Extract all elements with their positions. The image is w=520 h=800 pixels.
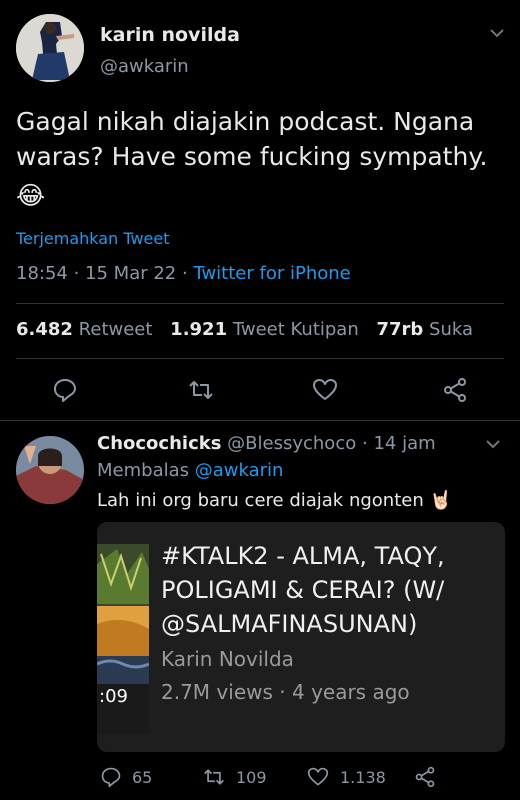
reply-header: Chocochicks @Blessychoco · 14 jam <box>97 433 436 454</box>
joy-emoji-icon: 😂 <box>16 181 46 210</box>
tweet-meta: 18:54 · 15 Mar 22 · Twitter for iPhone <box>16 263 351 284</box>
card-views: 2.7M views · 4 years ago <box>161 680 410 704</box>
reply-author-handle[interactable]: @Blessychoco <box>227 433 356 454</box>
tweet-stats: 6.482 Retweet 1.921 Tweet Kutipan 77rb S… <box>16 319 473 340</box>
card-title: #KTALK2 - ALMA, TAQY, POLIGAMI & CERAI? … <box>161 542 445 638</box>
like-label[interactable]: Suka <box>429 319 473 340</box>
reply-action-like[interactable]: 1.138 <box>306 765 386 789</box>
retweet-icon[interactable] <box>202 766 226 788</box>
divider <box>0 420 520 421</box>
youtube-link-card[interactable]: :09 #KTALK2 - ALMA, TAQY, POLIGAMI & CER… <box>97 522 505 752</box>
tweet-body: Gagal nikah diajakin podcast. Ngana wara… <box>16 107 488 171</box>
heart-icon[interactable] <box>306 766 330 788</box>
reply-action-share[interactable] <box>414 765 446 789</box>
divider <box>16 358 504 359</box>
card-channel: Karin Novilda <box>161 647 294 671</box>
retweet-count[interactable]: 6.482 <box>16 319 73 340</box>
replying-label: Membalas <box>97 460 190 481</box>
reply-author-name[interactable]: Chocochicks <box>97 433 221 454</box>
replying-to: Membalas @awkarin <box>97 460 283 481</box>
reply-reply-count: 65 <box>132 767 153 787</box>
video-duration: :09 <box>99 686 128 707</box>
quote-label[interactable]: Tweet Kutipan <box>233 319 359 340</box>
translate-link[interactable]: Terjemahkan Tweet <box>16 229 169 248</box>
reply-action-reply[interactable]: 65 <box>100 765 152 789</box>
retweet-icon[interactable] <box>188 377 214 403</box>
reply-action-retweet[interactable]: 109 <box>202 765 267 789</box>
share-icon[interactable] <box>442 377 468 403</box>
card-age: 4 years ago <box>291 680 410 704</box>
reply-icon[interactable] <box>52 377 78 403</box>
chevron-down-icon[interactable] <box>488 24 506 42</box>
reply-icon[interactable] <box>100 766 122 788</box>
share-icon[interactable] <box>414 766 436 788</box>
card-view-count: 2.7M views <box>161 680 273 704</box>
quote-count[interactable]: 1.921 <box>170 319 227 340</box>
reply-like-count: 1.138 <box>340 767 386 787</box>
tweet-text: Gagal nikah diajakin podcast. Ngana wara… <box>16 104 504 213</box>
reply-text: Lah ini org baru cere diajak ngonten 🤘🏻 <box>97 490 452 511</box>
reply-time[interactable]: 14 jam <box>373 433 435 454</box>
heart-icon[interactable] <box>312 377 338 403</box>
tweet-source[interactable]: Twitter for iPhone <box>193 263 350 284</box>
reply-avatar[interactable] <box>16 436 84 504</box>
retweet-label[interactable]: Retweet <box>79 319 153 340</box>
tweet-date: 15 Mar 22 <box>85 263 177 284</box>
main-avatar[interactable] <box>16 14 84 82</box>
reply-retweet-count: 109 <box>236 767 267 787</box>
author-handle[interactable]: @awkarin <box>100 56 189 77</box>
replying-mention[interactable]: @awkarin <box>195 460 284 481</box>
author-name[interactable]: karin novilda <box>100 24 240 46</box>
divider <box>16 303 504 304</box>
tweet-time: 18:54 <box>16 263 68 284</box>
like-count[interactable]: 77rb <box>376 319 423 340</box>
chevron-down-icon[interactable] <box>484 435 502 453</box>
